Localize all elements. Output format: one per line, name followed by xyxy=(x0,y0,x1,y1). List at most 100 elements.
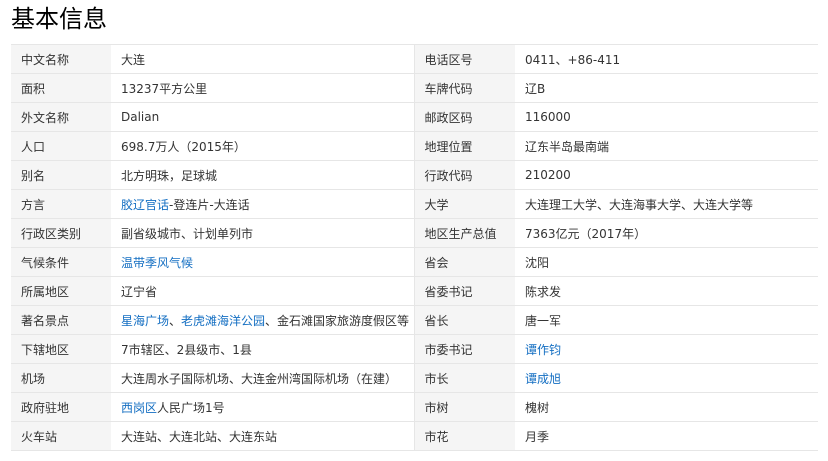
entry-link[interactable]: 温带季风气候 xyxy=(121,256,193,270)
field-label: 政府驻地 xyxy=(11,392,111,422)
field-label: 火车站 xyxy=(11,421,111,451)
info-row: 人口 698.7万人（2015年） 地理位置 辽东半岛最南端 xyxy=(11,131,818,161)
field-label: 行政代码 xyxy=(414,160,515,190)
info-row: 外文名称 Dalian 邮政区码 116000 xyxy=(11,102,818,132)
entry-link[interactable]: 胶辽官话 xyxy=(121,198,169,212)
info-row: 所属地区 辽宁省 省委书记 陈求发 xyxy=(11,276,818,306)
value-text: 辽宁省 xyxy=(121,284,158,299)
info-row: 行政区类别 副省级城市、计划单列市 地区生产总值 7363亿元（2017年） xyxy=(11,218,818,248)
value-text: 0411、+86-411 xyxy=(525,52,621,67)
value-text: Dalian xyxy=(121,110,160,124)
value-text: 唐一军 xyxy=(525,313,562,328)
field-label: 行政区类别 xyxy=(11,218,111,248)
field-label: 省长 xyxy=(414,305,515,335)
field-label: 方言 xyxy=(11,189,111,219)
field-value: 副省级城市、计划单列市 xyxy=(111,218,415,248)
field-value: 大连理工大学、大连海事大学、大连大学等 xyxy=(515,189,818,219)
value-text: 698.7万人（2015年） xyxy=(121,139,246,154)
value-text: 沈阳 xyxy=(525,255,550,270)
entry-link[interactable]: 老虎滩海洋公园 xyxy=(181,314,265,328)
value-text: 、 xyxy=(169,313,182,328)
field-value: 7市辖区、2县级市、1县 xyxy=(111,334,415,364)
info-row: 方言 胶辽官话-登连片-大连话 大学 大连理工大学、大连海事大学、大连大学等 xyxy=(11,189,818,219)
value-text: 槐树 xyxy=(525,400,550,415)
field-value: 谭作钧 xyxy=(515,334,818,364)
info-row: 著名景点 星海广场、老虎滩海洋公园、金石滩国家旅游度假区等 省长 唐一军 xyxy=(11,305,818,335)
entry-link[interactable]: 西岗区 xyxy=(121,401,157,415)
field-label: 地区生产总值 xyxy=(414,218,515,248)
info-row: 政府驻地 西岗区人民广场1号 市树 槐树 xyxy=(11,392,818,422)
value-text: 116000 xyxy=(525,110,571,124)
field-value: 7363亿元（2017年） xyxy=(515,218,818,248)
value-text: 13237平方公里 xyxy=(121,81,208,96)
field-value: 210200 xyxy=(515,160,818,190)
field-label: 车牌代码 xyxy=(414,73,515,103)
value-text: 辽东半岛最南端 xyxy=(525,139,610,154)
field-label: 市树 xyxy=(414,392,515,422)
field-value: 698.7万人（2015年） xyxy=(111,131,415,161)
info-row: 气候条件 温带季风气候 省会 沈阳 xyxy=(11,247,818,277)
section-title: 基本信息 xyxy=(11,5,107,33)
field-label: 市长 xyxy=(414,363,515,393)
field-label: 所属地区 xyxy=(11,276,111,306)
field-label: 下辖地区 xyxy=(11,334,111,364)
field-value: 辽B xyxy=(515,73,818,103)
field-label: 市花 xyxy=(414,421,515,451)
field-label: 面积 xyxy=(11,73,111,103)
info-row: 中文名称 大连 电话区号 0411、+86-411 xyxy=(11,44,818,74)
field-value: 辽东半岛最南端 xyxy=(515,131,818,161)
value-text: 大连周水子国际机场、大连金州湾国际机场（在建） xyxy=(121,371,398,386)
value-text: 人民广场1号 xyxy=(157,400,225,415)
field-label: 市委书记 xyxy=(414,334,515,364)
field-value: 槐树 xyxy=(515,392,818,422)
field-value: 北方明珠，足球城 xyxy=(111,160,415,190)
value-text: 陈求发 xyxy=(525,284,562,299)
value-text: 、金石滩国家旅游度假区等 xyxy=(265,313,410,328)
field-label: 著名景点 xyxy=(11,305,111,335)
field-label: 大学 xyxy=(414,189,515,219)
field-label: 气候条件 xyxy=(11,247,111,277)
field-value: 大连站、大连北站、大连东站 xyxy=(111,421,415,451)
field-value: 月季 xyxy=(515,421,818,451)
entry-link[interactable]: 星海广场 xyxy=(121,314,169,328)
field-value: 西岗区人民广场1号 xyxy=(111,392,415,422)
field-value: 唐一军 xyxy=(515,305,818,335)
value-text: 副省级城市、计划单列市 xyxy=(121,226,254,241)
field-label: 省委书记 xyxy=(414,276,515,306)
value-text: 大连站、大连北站、大连东站 xyxy=(121,429,278,444)
value-text: 辽B xyxy=(525,81,546,96)
field-label: 外文名称 xyxy=(11,102,111,132)
value-text: 月季 xyxy=(525,429,550,444)
value-text: 7市辖区、2县级市、1县 xyxy=(121,342,252,357)
field-label: 机场 xyxy=(11,363,111,393)
field-value: 星海广场、老虎滩海洋公园、金石滩国家旅游度假区等 xyxy=(111,305,415,335)
field-value: 温带季风气候 xyxy=(111,247,415,277)
basic-info-table: 中文名称 大连 电话区号 0411、+86-411 面积 13237平方公里 车牌代码 辽B 外… xyxy=(11,44,818,451)
value-text: -登连片-大连话 xyxy=(169,197,250,212)
field-value: 胶辽官话-登连片-大连话 xyxy=(111,189,415,219)
value-text: 大连理工大学、大连海事大学、大连大学等 xyxy=(525,197,754,212)
info-row: 面积 13237平方公里 车牌代码 辽B xyxy=(11,73,818,103)
field-value: 谭成旭 xyxy=(515,363,818,393)
info-row: 下辖地区 7市辖区、2县级市、1县 市委书记 谭作钧 xyxy=(11,334,818,364)
field-label: 别名 xyxy=(11,160,111,190)
field-value: Dalian xyxy=(111,102,415,132)
field-label: 邮政区码 xyxy=(414,102,515,132)
value-text: 7363亿元（2017年） xyxy=(525,226,647,241)
info-row: 别名 北方明珠，足球城 行政代码 210200 xyxy=(11,160,818,190)
entry-link[interactable]: 谭作钧 xyxy=(525,343,561,357)
field-value: 陈求发 xyxy=(515,276,818,306)
value-text: 210200 xyxy=(525,168,571,182)
field-value: 沈阳 xyxy=(515,247,818,277)
field-label: 电话区号 xyxy=(414,44,515,74)
field-label: 人口 xyxy=(11,131,111,161)
field-value: 大连周水子国际机场、大连金州湾国际机场（在建） xyxy=(111,363,415,393)
field-value: 13237平方公里 xyxy=(111,73,415,103)
info-row: 火车站 大连站、大连北站、大连东站 市花 月季 xyxy=(11,421,818,451)
field-label: 中文名称 xyxy=(11,44,111,74)
entry-link[interactable]: 谭成旭 xyxy=(525,372,561,386)
basic-info-table-body: 中文名称 大连 电话区号 0411、+86-411 面积 13237平方公里 车牌代码 辽B 外… xyxy=(11,44,818,451)
field-value: 大连 xyxy=(111,44,415,74)
field-value: 116000 xyxy=(515,102,818,132)
field-label: 地理位置 xyxy=(414,131,515,161)
